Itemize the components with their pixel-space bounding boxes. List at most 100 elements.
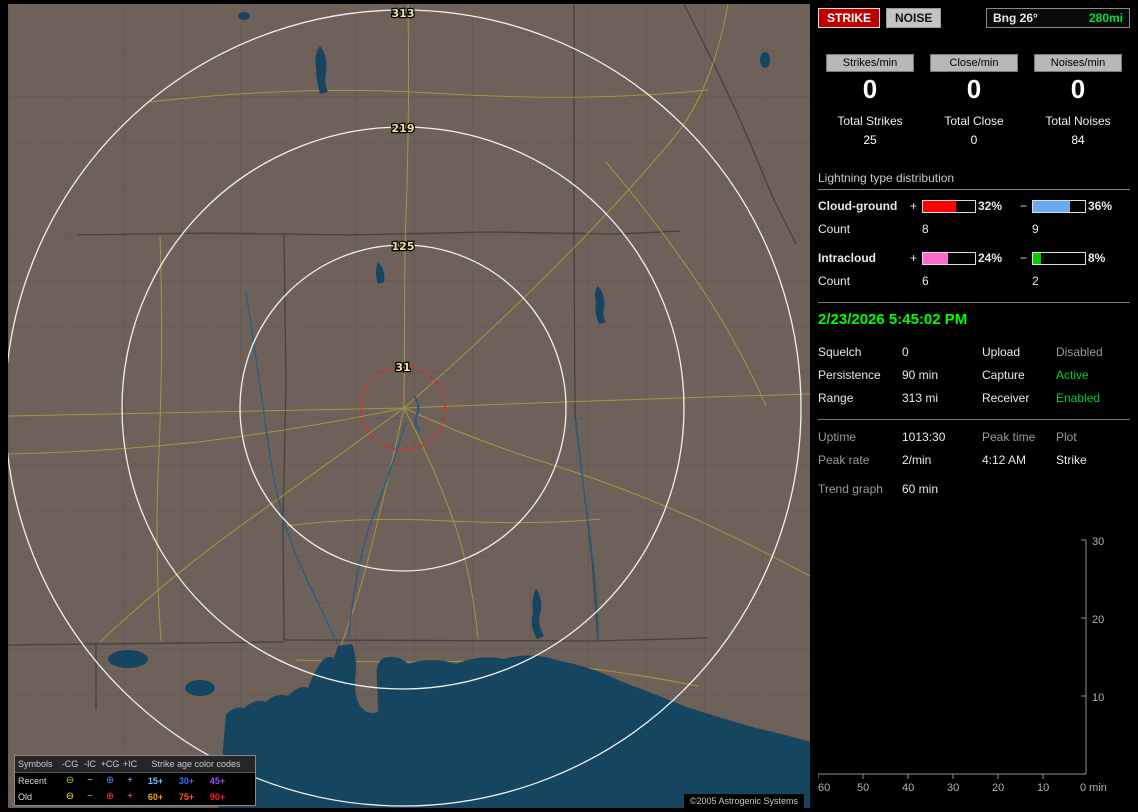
close-per-min-button[interactable]: Close/min bbox=[930, 54, 1018, 72]
count-label: Count bbox=[818, 222, 851, 236]
rate-section: Strikes/min 0 Total Strikes 25 Close/min… bbox=[818, 54, 1130, 147]
bearing-range-value: 280mi bbox=[1088, 11, 1123, 25]
ic-positive-bar-fill bbox=[923, 252, 948, 264]
status-section: Squelch 0 Upload Disabled Persistence 90… bbox=[818, 345, 1130, 405]
total-noises-value: 84 bbox=[1071, 133, 1085, 147]
squelch-label: Squelch bbox=[818, 345, 862, 359]
ic-positive-bar bbox=[922, 251, 976, 265]
pos-cg-recent-icon: ⊕ bbox=[105, 775, 115, 786]
distribution-title: Lightning type distribution bbox=[818, 171, 1130, 190]
age-45-label: 45+ bbox=[209, 776, 226, 786]
strikes-per-min-value: 0 bbox=[862, 74, 878, 104]
legend-neg-ic-label: -IC bbox=[84, 759, 96, 769]
ic-negative-percent: 8% bbox=[1088, 251, 1106, 265]
range-label: Range bbox=[818, 391, 854, 405]
strike-button[interactable]: STRIKE bbox=[818, 8, 881, 28]
control-panel: STRIKE NOISE Bng 26° 280mi Strikes/min 0… bbox=[818, 8, 1130, 804]
total-close-label: Total Close bbox=[944, 114, 1004, 128]
origin-label: 0 min bbox=[1080, 782, 1107, 794]
x-tick-20: 20 bbox=[992, 782, 1004, 794]
x-tick-50: 50 bbox=[857, 782, 869, 794]
neg-ic-old-icon: − bbox=[87, 791, 93, 802]
ic-positive-percent: 24% bbox=[978, 251, 1003, 265]
legend-pos-cg-label: +CG bbox=[100, 759, 120, 769]
trend-axes bbox=[818, 539, 1087, 779]
neg-ic-recent-icon: − bbox=[87, 775, 93, 786]
pos-cg-old-icon: ⊕ bbox=[105, 791, 115, 802]
range-label-313: 313 bbox=[392, 7, 415, 20]
persistence-value: 90 min bbox=[902, 368, 939, 382]
range-label-31: 31 bbox=[395, 361, 410, 374]
y-tick-10: 10 bbox=[1092, 692, 1104, 704]
cg-positive-count: 8 bbox=[922, 222, 929, 236]
noises-per-min-button[interactable]: Noises/min bbox=[1034, 54, 1122, 72]
range-label-125: 125 bbox=[392, 240, 415, 253]
copyright-text: ©2005 Astrogenic Systems bbox=[683, 794, 804, 808]
x-tick-60: 60 bbox=[818, 782, 830, 794]
noises-column: Noises/min 0 Total Noises 84 bbox=[1026, 54, 1130, 147]
y-tick-20: 20 bbox=[1092, 614, 1104, 626]
neg-cg-recent-icon: ⊖ bbox=[65, 775, 75, 786]
peak-rate-label: Peak rate bbox=[818, 453, 870, 467]
plus-sign: + bbox=[910, 199, 918, 213]
legend-old-label: Old bbox=[18, 792, 33, 802]
total-strikes-value: 25 bbox=[863, 133, 877, 147]
cloud-ground-row: Cloud-ground + 32% − 36% bbox=[818, 199, 1130, 213]
age-75-label: 75+ bbox=[178, 792, 195, 802]
trend-axis-labels: 30 20 10 60 50 40 30 20 10 0 min bbox=[818, 536, 1107, 794]
age-15-label: 15+ bbox=[147, 776, 164, 786]
separator bbox=[818, 419, 1130, 420]
strikes-column: Strikes/min 0 Total Strikes 25 bbox=[818, 54, 922, 147]
receiver-label: Receiver bbox=[982, 391, 1030, 405]
intracloud-label: Intracloud bbox=[818, 251, 877, 265]
uptime-value: 1013:30 bbox=[902, 430, 946, 444]
trend-graph-duration: 60 min bbox=[902, 482, 939, 496]
legend-recent-row: Recent ⊖ − ⊕ + 15+ 30+ 45+ bbox=[15, 773, 255, 789]
count-label: Count bbox=[818, 274, 851, 288]
pos-ic-old-icon: + bbox=[127, 791, 133, 802]
map-canvas: 313 219 125 31 bbox=[8, 4, 810, 808]
trend-graph: 30 20 10 60 50 40 30 20 10 0 min bbox=[818, 536, 1107, 794]
cg-negative-percent: 36% bbox=[1088, 199, 1113, 213]
age-60-label: 60+ bbox=[147, 792, 164, 802]
cg-positive-bar bbox=[922, 199, 976, 213]
range-label-219: 219 bbox=[392, 122, 415, 135]
minus-sign: − bbox=[1020, 199, 1028, 213]
peak-time-value: 4:12 AM bbox=[982, 453, 1027, 467]
minus-sign: − bbox=[1020, 251, 1028, 265]
legend-pos-ic-label: +IC bbox=[122, 759, 138, 769]
bearing-value: Bng 26° bbox=[993, 11, 1038, 25]
range-value: 313 mi bbox=[902, 391, 939, 405]
noise-button[interactable]: NOISE bbox=[886, 8, 942, 28]
legend-symbols-label: Symbols bbox=[18, 759, 53, 769]
peak-rate-value: 2/min bbox=[902, 453, 932, 467]
uptime-label: Uptime bbox=[818, 430, 857, 444]
close-per-min-value: 0 bbox=[966, 74, 982, 104]
ic-negative-count: 2 bbox=[1032, 274, 1039, 288]
upload-status: Disabled bbox=[1056, 345, 1103, 359]
trend-graph-row: Trend graph 60 min bbox=[818, 482, 1130, 496]
legend-old-row: Old ⊖ − ⊕ + 60+ 75+ 90+ bbox=[15, 789, 255, 805]
cg-negative-count: 9 bbox=[1032, 222, 1039, 236]
total-strikes-label: Total Strikes bbox=[837, 114, 903, 128]
datetime-display: 2/23/2026 5:45:02 PM bbox=[818, 311, 968, 328]
x-tick-30: 30 bbox=[947, 782, 959, 794]
strikes-per-min-button[interactable]: Strikes/min bbox=[826, 54, 914, 72]
x-tick-10: 10 bbox=[1037, 782, 1049, 794]
cg-negative-bar-fill bbox=[1033, 200, 1071, 212]
age-30-label: 30+ bbox=[178, 776, 195, 786]
legend-age-title: Strike age color codes bbox=[151, 759, 241, 769]
y-tick-30: 30 bbox=[1092, 536, 1104, 548]
ic-negative-bar bbox=[1032, 251, 1086, 265]
bearing-display: Bng 26° 280mi bbox=[986, 8, 1130, 28]
close-column: Close/min 0 Total Close 0 bbox=[922, 54, 1026, 147]
separator bbox=[818, 302, 1130, 303]
cg-positive-percent: 32% bbox=[978, 199, 1003, 213]
peak-time-label: Peak time bbox=[982, 430, 1036, 444]
trend-graph-label: Trend graph bbox=[818, 482, 883, 496]
ic-negative-bar-fill bbox=[1033, 252, 1042, 264]
lightning-map[interactable]: 313 219 125 31 Symbols -CG -IC +CG +IC S… bbox=[8, 4, 810, 808]
receiver-status: Enabled bbox=[1056, 391, 1101, 405]
symbols-legend: Symbols -CG -IC +CG +IC Strike age color… bbox=[14, 755, 256, 806]
cloud-ground-label: Cloud-ground bbox=[818, 199, 898, 213]
